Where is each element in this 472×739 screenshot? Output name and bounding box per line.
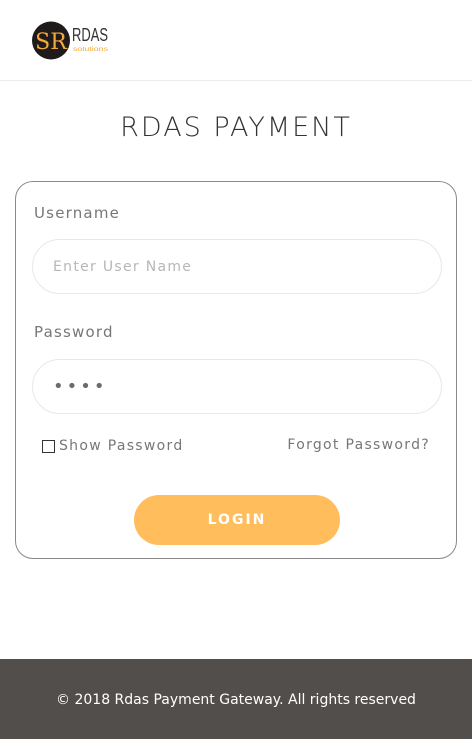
- password-label: Password: [34, 323, 114, 341]
- svg-text:RDAS: RDAS: [72, 25, 108, 45]
- forgot-password-link[interactable]: Forgot Password?: [287, 437, 430, 453]
- username-input[interactable]: [32, 239, 442, 294]
- show-password-label: Show Password: [59, 438, 184, 454]
- page-title: RDAS PAYMENT: [120, 112, 352, 143]
- footer-copyright: © 2018 Rdas Payment Gateway. All rights …: [56, 692, 416, 708]
- svg-text:solutions: solutions: [73, 46, 109, 53]
- rdas-logo[interactable]: SR RDAS solutions: [32, 20, 112, 61]
- svg-text:SR: SR: [35, 30, 68, 55]
- password-value: ••••: [53, 376, 108, 397]
- show-password-toggle[interactable]: Show Password: [42, 438, 184, 454]
- login-card: Username Password •••• Show Password For…: [15, 181, 457, 559]
- footer: © 2018 Rdas Payment Gateway. All rights …: [0, 659, 472, 739]
- login-button[interactable]: LOGIN: [134, 495, 340, 545]
- password-input[interactable]: ••••: [32, 359, 442, 414]
- show-password-checkbox[interactable]: [42, 439, 55, 453]
- header: SR RDAS solutions: [0, 0, 472, 81]
- username-label: Username: [34, 204, 121, 222]
